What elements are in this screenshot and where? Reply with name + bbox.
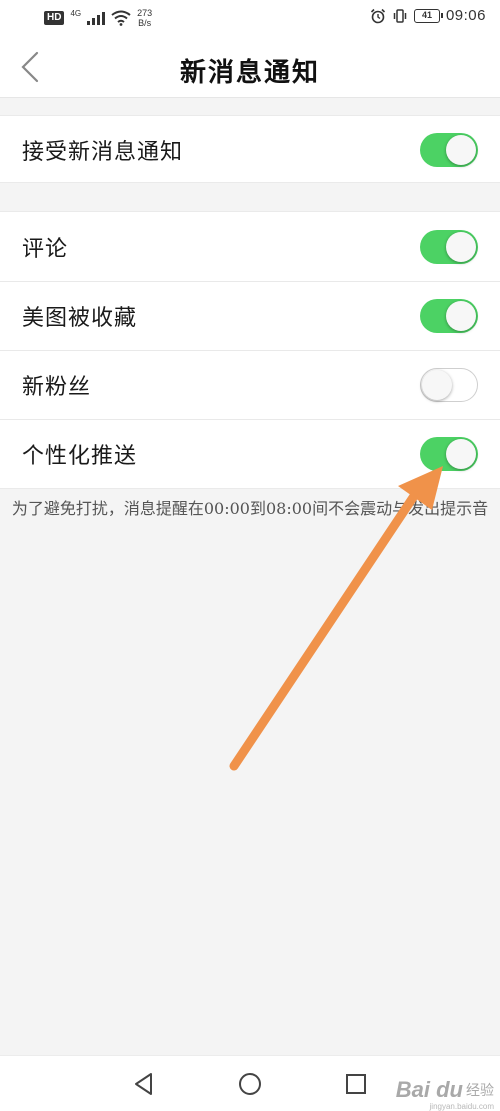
setting-row-new-followers: 新粉丝 <box>0 350 500 419</box>
battery-icon: 41 <box>413 8 443 23</box>
toggle-knob <box>446 301 476 331</box>
favorited-toggle[interactable] <box>420 299 478 333</box>
battery-level: 41 <box>421 9 432 20</box>
wifi-icon <box>111 10 131 26</box>
setting-row-receive-notifications: 接受新消息通知 <box>0 116 500 184</box>
status-right: 41 09:06 <box>370 7 486 24</box>
hd-badge: HD <box>44 11 65 25</box>
speed-unit: B/s <box>138 18 152 28</box>
settings-group-main: 接受新消息通知 <box>0 115 500 183</box>
receive-notifications-toggle[interactable] <box>420 133 478 167</box>
setting-row-personalized-push: 个性化推送 <box>0 419 500 488</box>
setting-label: 新粉丝 <box>22 375 92 400</box>
toggle-knob <box>446 439 476 469</box>
watermark-sub: 经验 <box>466 1082 494 1098</box>
watermark-logo: Bai du <box>395 1077 463 1102</box>
clock: 09:06 <box>445 7 486 24</box>
toggle-knob <box>446 231 476 262</box>
toggle-knob <box>446 135 476 165</box>
network-type: 4G <box>70 9 82 18</box>
comments-toggle[interactable] <box>420 229 478 264</box>
setting-label: 个性化推送 <box>22 444 138 469</box>
quiet-hours-note: 为了避免打扰，消息提醒在00:00到08:00间不会震动与发出提示音 <box>11 499 489 518</box>
app-header: 新消息通知 <box>0 36 500 98</box>
setting-row-favorited: 美图被收藏 <box>0 281 500 350</box>
speed-value: 273 <box>137 8 153 18</box>
signal-icon <box>87 11 106 25</box>
triangle-back-icon[interactable] <box>130 1070 158 1098</box>
setting-row-comments: 评论 <box>0 212 500 281</box>
page-title: 新消息通知 <box>179 58 320 88</box>
watermark: Bai du 经验 <box>396 1077 494 1103</box>
circle-home-icon[interactable] <box>236 1070 264 1098</box>
arrow-shaft <box>229 485 423 771</box>
settings-group-types: 评论 美图被收藏 新粉丝 个性化推送 <box>0 211 500 489</box>
vibrate-icon <box>393 8 407 23</box>
status-left: HD 4G 273 B/s <box>44 8 152 28</box>
setting-label: 美图被收藏 <box>22 306 138 331</box>
toggle-knob <box>422 370 452 400</box>
watermark-url: jingyan.baidu.com <box>429 1102 494 1111</box>
setting-label: 评论 <box>22 236 69 262</box>
status-bar: HD 4G 273 B/s 41 09:06 <box>0 0 500 36</box>
network-speed: 273 B/s <box>137 8 152 28</box>
personalized-push-toggle[interactable] <box>420 437 478 471</box>
square-recent-icon[interactable] <box>342 1070 370 1098</box>
setting-label: 接受新消息通知 <box>22 140 184 165</box>
system-nav-bar: Bai du 经验 jingyan.baidu.com <box>0 1055 500 1111</box>
alarm-icon <box>370 8 386 23</box>
new-followers-toggle[interactable] <box>420 368 478 402</box>
